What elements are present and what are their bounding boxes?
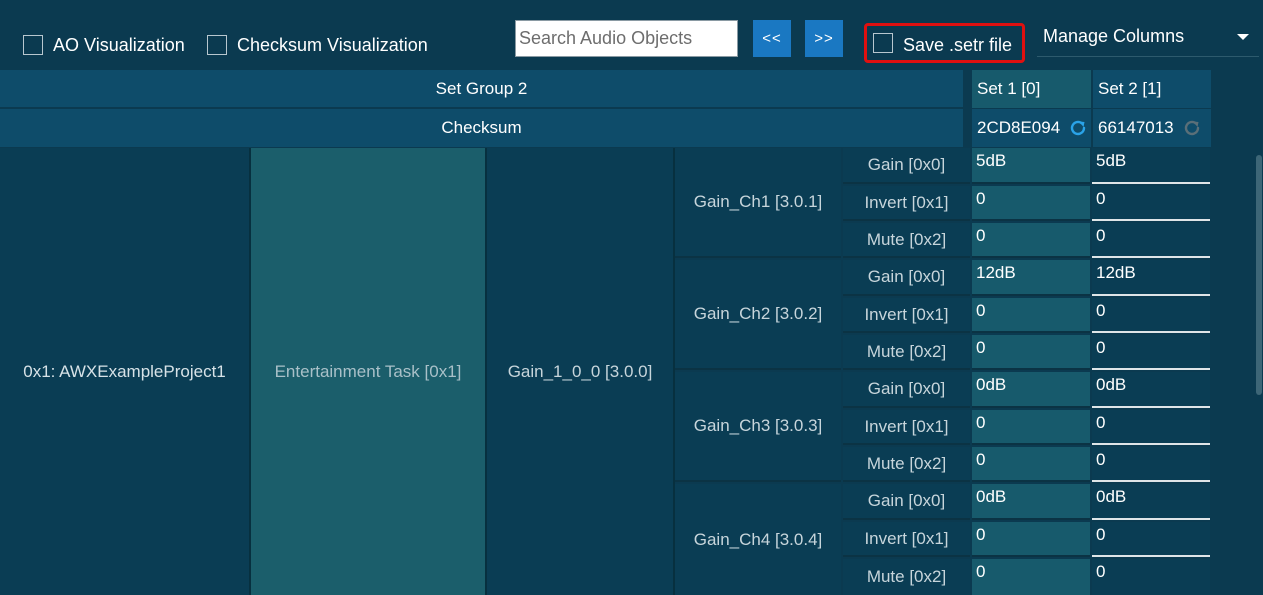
set2-value-cell[interactable]: 0 [1092, 335, 1210, 370]
property-name: Invert [0x1] [864, 304, 949, 324]
project-cell[interactable]: 0x1: AWXExampleProject1 [0, 148, 249, 595]
channel-name: Gain_Ch1 [3.0.1] [693, 192, 823, 211]
save-setr-label: Save .setr file [903, 35, 1013, 55]
property-name: Mute [0x2] [866, 567, 947, 586]
set2-value-cell[interactable]: 0dB [1092, 484, 1210, 520]
property-name: Gain [0x0] [867, 379, 946, 398]
property-name: Mute [0x2] [866, 453, 947, 473]
set2-value-cell[interactable]: 0dB [1092, 372, 1210, 408]
set1-checksum: 2CD8E094 [977, 118, 1061, 137]
set1-header[interactable]: Set 1 [0] [972, 70, 1091, 108]
channel-cell[interactable]: Gain_Ch1 [3.0.1] [675, 148, 841, 258]
set2-value-cell[interactable]: 0 [1092, 186, 1210, 221]
property-cell: Invert [0x1] [843, 298, 970, 333]
property-cell: Gain [0x0] [843, 372, 970, 408]
checksum-visualization-label: Checksum Visualization [237, 35, 428, 55]
set2-value-cell[interactable]: 0 [1092, 522, 1210, 557]
set1-checksum-cell: 2CD8E094 [972, 109, 1091, 147]
set-group-header: Set Group 2 [0, 70, 963, 107]
search-input[interactable] [515, 20, 738, 57]
set1-value-cell[interactable]: 0 [972, 447, 1090, 482]
next-button[interactable]: >> [805, 20, 843, 57]
property-cell: Invert [0x1] [843, 186, 970, 221]
save-setr-checkbox[interactable] [873, 33, 893, 53]
set2-value-cell[interactable]: 0 [1092, 559, 1210, 595]
set2-header[interactable]: Set 2 [1] [1093, 70, 1211, 108]
task-cell[interactable]: Entertainment Task [0x1] [251, 148, 485, 595]
set2-checksum: 66147013 [1098, 118, 1174, 137]
property-cell: Gain [0x0] [843, 484, 970, 520]
set1-value-cell[interactable]: 0 [972, 223, 1090, 258]
property-cell: Invert [0x1] [843, 522, 970, 557]
property-cell: Mute [0x2] [843, 559, 970, 595]
channel-name: Gain_Ch2 [3.0.2] [693, 304, 823, 323]
set1-value-cell[interactable]: 5dB [972, 148, 1090, 184]
manage-columns-dropdown[interactable]: Manage Columns [1037, 20, 1259, 57]
header-gap [963, 70, 972, 147]
module-name: Gain_1_0_0 [3.0.0] [507, 361, 653, 381]
channel-name: Gain_Ch3 [3.0.3] [693, 416, 823, 435]
set1-value-cell[interactable]: 0 [972, 186, 1090, 221]
ao-visualization-label: AO Visualization [53, 35, 185, 55]
property-name: Invert [0x1] [864, 416, 949, 436]
channel-cell[interactable]: Gain_Ch2 [3.0.2] [675, 260, 841, 370]
set1-value-cell[interactable]: 0dB [972, 372, 1090, 408]
set1-value-cell[interactable]: 0dB [972, 484, 1090, 520]
ao-visualization-checkbox[interactable] [23, 35, 43, 55]
task-name: Entertainment Task [0x1] [274, 361, 462, 381]
property-name: Gain [0x0] [867, 155, 946, 174]
module-cell[interactable]: Gain_1_0_0 [3.0.0] [487, 148, 673, 595]
set1-value-cell[interactable]: 0 [972, 522, 1090, 557]
set2-checksum-cell: 66147013 [1093, 109, 1211, 147]
refresh-icon[interactable] [1182, 118, 1202, 138]
previous-button[interactable]: << [753, 20, 791, 57]
set2-name: Set 2 [1] [1098, 79, 1162, 98]
set2-value-cell[interactable]: 0 [1092, 447, 1210, 482]
property-cell: Gain [0x0] [843, 148, 970, 184]
property-cell: Mute [0x2] [843, 223, 970, 258]
set2-value-cell[interactable]: 12dB [1092, 260, 1210, 296]
property-name: Mute [0x2] [866, 229, 947, 249]
set-group-label: Set Group 2 [435, 78, 528, 98]
property-cell: Gain [0x0] [843, 260, 970, 296]
chevron-down-icon [1237, 34, 1249, 40]
vertical-scrollbar[interactable] [1256, 155, 1262, 395]
set1-name: Set 1 [0] [977, 79, 1041, 98]
property-name: Invert [0x1] [864, 192, 949, 212]
set1-value-cell[interactable]: 0 [972, 410, 1090, 445]
refresh-icon[interactable] [1068, 118, 1088, 138]
set1-value-cell[interactable]: 0 [972, 298, 1090, 333]
property-cell: Mute [0x2] [843, 335, 970, 370]
property-cell: Invert [0x1] [843, 410, 970, 445]
property-cell: Mute [0x2] [843, 447, 970, 482]
channel-cell[interactable]: Gain_Ch4 [3.0.4] [675, 484, 841, 595]
checksum-header: Checksum [0, 109, 963, 147]
channel-name: Gain_Ch4 [3.0.4] [693, 529, 823, 549]
property-name: Mute [0x2] [866, 341, 947, 361]
manage-columns-label: Manage Columns [1043, 26, 1185, 46]
set2-value-cell[interactable]: 0 [1092, 223, 1210, 258]
checksum-label: Checksum [441, 118, 522, 137]
property-name: Invert [0x1] [864, 528, 949, 548]
set1-value-cell[interactable]: 12dB [972, 260, 1090, 296]
set1-value-cell[interactable]: 0 [972, 335, 1090, 370]
set2-value-cell[interactable]: 5dB [1092, 148, 1210, 184]
project-name: 0x1: AWXExampleProject1 [23, 361, 226, 381]
property-name: Gain [0x0] [867, 267, 946, 286]
set2-value-cell[interactable]: 0 [1092, 410, 1210, 445]
channel-cell[interactable]: Gain_Ch3 [3.0.3] [675, 372, 841, 482]
set2-value-cell[interactable]: 0 [1092, 298, 1210, 333]
property-name: Gain [0x0] [867, 491, 946, 510]
set1-value-cell[interactable]: 0 [972, 559, 1090, 595]
checksum-visualization-checkbox[interactable] [207, 35, 227, 55]
